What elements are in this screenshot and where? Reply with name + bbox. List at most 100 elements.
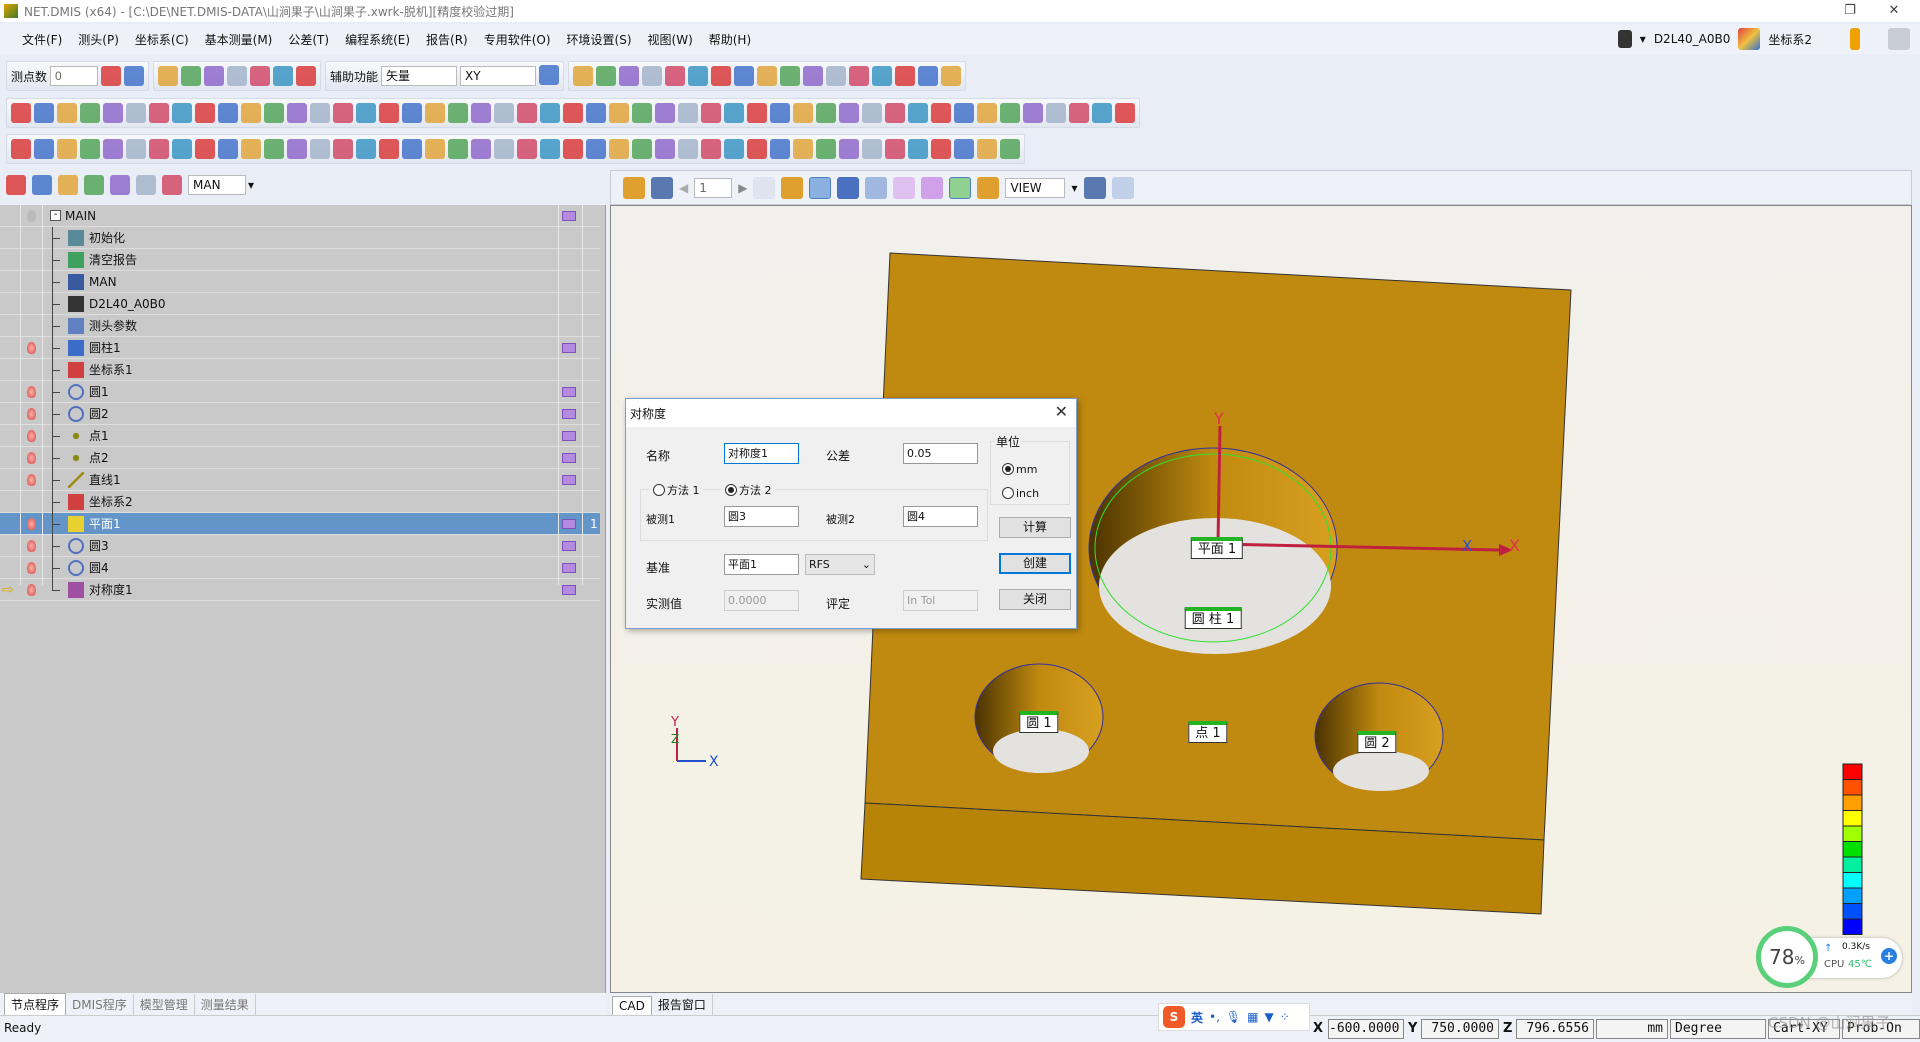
arc-icon[interactable]	[471, 103, 491, 123]
modifier-select[interactable]: RFS ⌄	[805, 554, 875, 575]
visibility-bulb-icon[interactable]	[27, 407, 36, 420]
circularity-icon[interactable]	[678, 139, 698, 159]
lock-icon[interactable]	[539, 64, 560, 85]
mic-icon[interactable]: 🎙	[1226, 1010, 1241, 1024]
menu-item[interactable]: 专用软件(O)	[476, 31, 559, 48]
width-icon[interactable]	[977, 139, 997, 159]
stop-icon[interactable]	[32, 175, 52, 195]
list-icon[interactable]	[58, 175, 78, 195]
modifier-dropdown-icon[interactable]: ⌄	[862, 556, 871, 573]
report-icon[interactable]	[250, 66, 271, 86]
report-table-icon[interactable]	[562, 386, 576, 397]
rps-icon[interactable]	[103, 139, 123, 159]
slot-icon[interactable]	[172, 103, 192, 123]
move-icon[interactable]	[596, 66, 617, 86]
curve-icon[interactable]	[287, 103, 307, 123]
create-button[interactable]: 创建	[999, 553, 1071, 574]
expand-plus-icon[interactable]: +	[1881, 948, 1897, 964]
parallel-icon[interactable]	[724, 139, 744, 159]
tree-row[interactable]: 圆4	[0, 557, 600, 579]
probe-dropdown-icon[interactable]: ▾	[1640, 32, 1646, 46]
ime-lang[interactable]: 英	[1191, 1009, 1203, 1026]
tree-row[interactable]: 清空报告	[0, 249, 600, 271]
active-probe[interactable]: D2L40_A0B0	[1654, 32, 1731, 46]
help-icon[interactable]	[356, 103, 376, 123]
screen-icon[interactable]	[872, 66, 893, 86]
coord-cyl-icon[interactable]	[149, 139, 169, 159]
menu-item[interactable]: 公差(T)	[280, 31, 337, 48]
tree-row[interactable]: 坐标系1	[0, 359, 600, 381]
close-button[interactable]: 关闭	[999, 589, 1071, 610]
save-icon[interactable]	[651, 176, 673, 199]
tree-row[interactable]: MAN	[0, 271, 600, 293]
report-table-icon[interactable]	[562, 408, 576, 419]
ellipse-icon[interactable]	[103, 103, 123, 123]
report-icon[interactable]	[494, 139, 514, 159]
refresh-icon[interactable]	[218, 139, 238, 159]
sphere-icon[interactable]	[1000, 103, 1020, 123]
visibility-bulb-icon[interactable]	[27, 561, 36, 574]
slot-icon[interactable]	[954, 103, 974, 123]
circle-icon[interactable]	[57, 103, 77, 123]
point-icon[interactable]	[816, 103, 836, 123]
feature-label[interactable]: 圆 2	[1357, 731, 1397, 753]
tab[interactable]: 节点程序	[4, 993, 67, 1015]
plane-icon[interactable]	[126, 103, 146, 123]
sync-icon[interactable]	[918, 66, 939, 86]
tree-row[interactable]: 平面1 1	[0, 513, 600, 535]
erase-point-icon[interactable]	[101, 66, 122, 86]
sogou-logo-icon[interactable]: S	[1163, 1006, 1185, 1028]
temperature-icon[interactable]	[1850, 28, 1860, 50]
cross-icon[interactable]	[931, 139, 951, 159]
probe-path-icon[interactable]	[803, 66, 824, 86]
report-table-icon[interactable]	[562, 562, 576, 573]
tree-row[interactable]: 圆2	[0, 403, 600, 425]
menu-item[interactable]: 基本测量(M)	[197, 31, 281, 48]
measured1-input[interactable]: 圆3	[724, 506, 799, 527]
home-icon[interactable]	[273, 66, 294, 86]
cylindricity-icon[interactable]	[701, 139, 721, 159]
report-edit-icon[interactable]	[287, 139, 307, 159]
machine-offline-icon[interactable]	[1888, 28, 1910, 50]
layer-icon[interactable]	[849, 66, 870, 86]
dimension-select-icon[interactable]	[921, 176, 944, 199]
calculate-button[interactable]: 计算	[999, 517, 1071, 538]
tol-help-icon[interactable]	[586, 139, 606, 159]
coord-system-icon[interactable]	[1738, 28, 1761, 50]
view-select[interactable]: VIEW	[1005, 177, 1066, 198]
tree-row[interactable]: D2L40_A0B0	[0, 293, 600, 315]
probe-page-icon[interactable]	[781, 176, 804, 199]
feature-label[interactable]: 平面 1	[1190, 537, 1244, 559]
tree-row[interactable]: 坐标系2	[0, 491, 600, 513]
rectangle-icon[interactable]	[931, 103, 951, 123]
ellipse-icon[interactable]	[494, 103, 514, 123]
measured2-input[interactable]: 圆4	[903, 506, 978, 527]
tolerance-input[interactable]: 0.05	[903, 443, 978, 464]
mode-select[interactable]: MAN	[188, 175, 246, 195]
runout-icon[interactable]	[862, 139, 882, 159]
cyl-g-icon[interactable]	[448, 139, 468, 159]
punct-icon[interactable]: •,	[1209, 1010, 1220, 1024]
erase-all-points-icon[interactable]	[124, 66, 145, 86]
xyz-box-icon[interactable]	[227, 66, 248, 86]
dialog-close-icon[interactable]: ✕	[1055, 402, 1068, 421]
menu-item[interactable]: 文件(F)	[14, 31, 70, 48]
coord-plane-icon[interactable]	[126, 139, 146, 159]
plane-select[interactable]: XY	[460, 66, 537, 86]
cylinder-icon[interactable]	[977, 103, 997, 123]
next-page-icon[interactable]: ▶	[738, 181, 747, 195]
tab[interactable]: 测量结果	[195, 994, 256, 1015]
cylinder-icon[interactable]	[195, 103, 215, 123]
method2-radio[interactable]: 方法 2	[722, 482, 775, 498]
dots-icon[interactable]	[1115, 103, 1135, 123]
curve-icon[interactable]	[1046, 103, 1066, 123]
probe-toggle-icon[interactable]	[941, 66, 962, 86]
layout-icon[interactable]	[865, 176, 888, 199]
line-icon[interactable]	[34, 103, 54, 123]
prev-page-icon[interactable]: ◀	[679, 181, 688, 195]
select-icon[interactable]	[757, 66, 778, 86]
probe-down-icon[interactable]	[162, 175, 182, 195]
menu-item[interactable]: 环境设置(S)	[559, 31, 640, 48]
visibility-bulb-icon[interactable]	[27, 341, 36, 354]
dimension-icon[interactable]	[893, 176, 916, 199]
